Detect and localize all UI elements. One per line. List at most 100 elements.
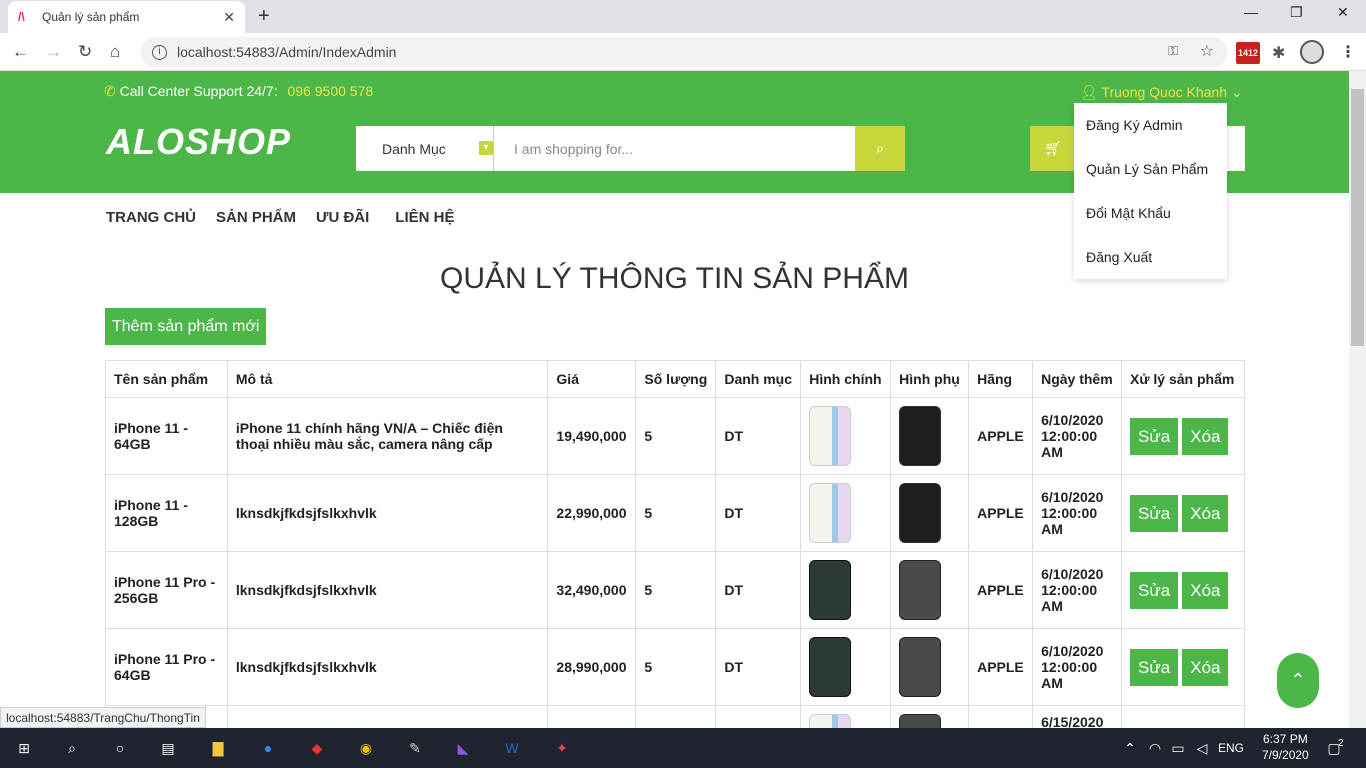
- menu-item-register-admin[interactable]: Đăng Ký Admin: [1074, 105, 1227, 149]
- wifi-icon[interactable]: ◠: [1143, 736, 1167, 760]
- system-clock[interactable]: 6:37 PM 7/9/2020: [1262, 731, 1309, 763]
- clock-time: 6:37 PM: [1263, 732, 1308, 746]
- col-header: Mô tả: [226, 360, 549, 398]
- support-line: ✆ Call Center Support 24/7: 096 9500 578: [104, 83, 373, 100]
- back-icon[interactable]: ←: [12, 42, 29, 62]
- delete-button[interactable]: Xóa: [1182, 648, 1229, 686]
- maximize-icon[interactable]: ❐: [1290, 4, 1303, 21]
- url-field[interactable]: i localhost:54883/Admin/IndexAdmin ⚿ ☆: [140, 37, 1228, 67]
- volume-icon[interactable]: ◁: [1190, 736, 1214, 760]
- nav-offers[interactable]: ƯU ĐÃI: [316, 209, 369, 226]
- delete-button[interactable]: Xóa: [1182, 494, 1229, 532]
- close-window-icon[interactable]: ✕: [1337, 4, 1349, 21]
- status-url: localhost:54883/TrangChu/ThongTin: [0, 707, 206, 728]
- user-name: Truong Quoc Khanh: [1101, 84, 1227, 100]
- cortana-icon[interactable]: ○: [108, 736, 132, 760]
- close-tab-icon[interactable]: ✕: [223, 9, 235, 26]
- cart-button[interactable]: 🛒︎: [1030, 126, 1076, 171]
- new-tab-button[interactable]: +: [258, 5, 270, 28]
- product-category: DT: [715, 474, 802, 552]
- menu-item-manage-products[interactable]: Quản Lý Sản Phẩm: [1074, 149, 1227, 193]
- browser-tab[interactable]: /\ Quản lý sản phẩm ✕: [8, 1, 245, 33]
- product-price: 32,490,000: [547, 551, 637, 629]
- word-icon[interactable]: W: [500, 736, 524, 760]
- gmail-extension-icon[interactable]: 1412: [1236, 42, 1260, 64]
- paint-icon[interactable]: ✦: [550, 736, 574, 760]
- add-product-button[interactable]: Thêm sản phẩm mới: [105, 308, 267, 345]
- product-desc: lknsdkjfkdsjfslkxhvlk: [226, 551, 549, 629]
- product-desc: iPhone 11 chính hãng VN/A – Chiếc điện t…: [226, 397, 549, 475]
- chrome-icon[interactable]: ◉: [354, 736, 378, 760]
- col-header: Xử lý sản phẩm: [1121, 360, 1245, 398]
- actions-cell: Sửa Xóa: [1121, 628, 1245, 706]
- key-icon[interactable]: ⚿: [1168, 43, 1178, 59]
- page-scrollbar[interactable]: [1349, 71, 1366, 728]
- avatar[interactable]: [1300, 40, 1324, 64]
- task-view-icon[interactable]: ▤: [156, 736, 180, 760]
- product-name: iPhone 11 Pro - 256GB: [105, 551, 228, 629]
- col-header: Tên sản phẩm: [105, 360, 228, 398]
- reload-icon[interactable]: ↻: [78, 42, 92, 62]
- battery-icon[interactable]: ▭: [1166, 736, 1190, 760]
- edit-button[interactable]: Sửa: [1130, 648, 1179, 686]
- nav-products[interactable]: SẢN PHẨM: [216, 209, 296, 226]
- sub-product-image: [899, 483, 942, 543]
- category-label: Danh Mục: [382, 140, 446, 157]
- search-input[interactable]: I am shopping for...: [494, 126, 855, 171]
- address-bar-row: ← → ↻ ⌂ i localhost:54883/Admin/IndexAdm…: [0, 33, 1366, 71]
- user-menu-toggle[interactable]: 👤︎ Truong Quoc Khanh ⌄: [1080, 84, 1243, 101]
- product-category: DT: [715, 628, 802, 706]
- nav-home[interactable]: TRANG CHỦ: [106, 209, 196, 226]
- windows-start-icon[interactable]: ⊞: [12, 736, 36, 760]
- main-product-image: [809, 483, 852, 543]
- tab-strip: /\ Quản lý sản phẩm ✕ + — ❐ ✕: [0, 0, 1366, 33]
- visual-studio-icon[interactable]: ◣: [451, 736, 475, 760]
- main-image-cell: [800, 551, 892, 629]
- search-icon[interactable]: ⌕: [60, 736, 84, 760]
- site-favicon-icon: /\: [18, 10, 25, 24]
- nav-contact[interactable]: LIÊN HỆ: [395, 209, 454, 226]
- product-category: DT: [715, 551, 802, 629]
- support-phone[interactable]: 096 9500 578: [288, 83, 374, 99]
- main-nav: TRANG CHỦ SẢN PHẨM ƯU ĐÃI LIÊN HỆ: [106, 209, 474, 226]
- edit-button[interactable]: Sửa: [1130, 417, 1179, 455]
- info-icon[interactable]: i: [152, 44, 167, 60]
- tools-app-icon[interactable]: ✎: [403, 736, 427, 760]
- col-header: Ngày thêm: [1032, 360, 1123, 398]
- bookmark-star-icon[interactable]: ☆: [1200, 41, 1214, 61]
- product-desc: lknsdkjfkdsjfslkxhvlk: [226, 474, 549, 552]
- main-product-image: [809, 637, 852, 697]
- product-desc: lknsdkjfkdsjfslkxhvlk: [226, 628, 549, 706]
- main-image-cell: [800, 628, 892, 706]
- edit-button[interactable]: Sửa: [1130, 494, 1179, 532]
- category-select[interactable]: Danh Mục ▾: [356, 126, 494, 171]
- col-header: Hãng: [968, 360, 1034, 398]
- edit-button[interactable]: Sửa: [1130, 571, 1179, 609]
- chevron-down-icon: ⌄: [1230, 84, 1243, 100]
- user-dropdown: Đăng Ký Admin Quản Lý Sản Phẩm Đổi Mật K…: [1074, 103, 1227, 279]
- browser-menu-icon[interactable]: ⋮: [1340, 42, 1356, 62]
- minimize-icon[interactable]: —: [1244, 4, 1258, 20]
- col-header: Giá: [547, 360, 637, 398]
- table-row: iPhone 11 Pro - 256GB lknsdkjfkdsjfslkxh…: [105, 551, 1245, 629]
- site-logo[interactable]: ALOSHOP: [106, 121, 291, 163]
- menu-item-change-password[interactable]: Đổi Mật Khẩu: [1074, 193, 1227, 237]
- user-icon: 👤︎: [1080, 84, 1098, 100]
- file-explorer-icon[interactable]: ▇: [206, 736, 230, 760]
- scrollbar-thumb[interactable]: [1351, 89, 1364, 346]
- puzzle-icon[interactable]: ✱: [1272, 43, 1285, 63]
- home-icon[interactable]: ⌂: [110, 42, 120, 62]
- product-date: 6/10/2020 12:00:00 AM: [1032, 474, 1123, 552]
- product-price: 22,990,000: [547, 474, 637, 552]
- language-indicator[interactable]: ENG: [1216, 736, 1246, 760]
- scroll-to-top-button[interactable]: ⌃: [1277, 653, 1319, 708]
- table-header-row: Tên sản phẩm Mô tả Giá Số lượng Danh mục…: [105, 360, 1245, 398]
- garena-icon[interactable]: ◆: [305, 736, 329, 760]
- forward-icon[interactable]: →: [45, 42, 62, 62]
- chevron-up-icon[interactable]: ⌃: [1118, 736, 1142, 760]
- zalo-icon[interactable]: ●: [256, 736, 280, 760]
- search-button[interactable]: ⌕: [855, 126, 905, 171]
- delete-button[interactable]: Xóa: [1182, 417, 1229, 455]
- cart-icon: 🛒︎: [1044, 140, 1062, 156]
- delete-button[interactable]: Xóa: [1182, 571, 1229, 609]
